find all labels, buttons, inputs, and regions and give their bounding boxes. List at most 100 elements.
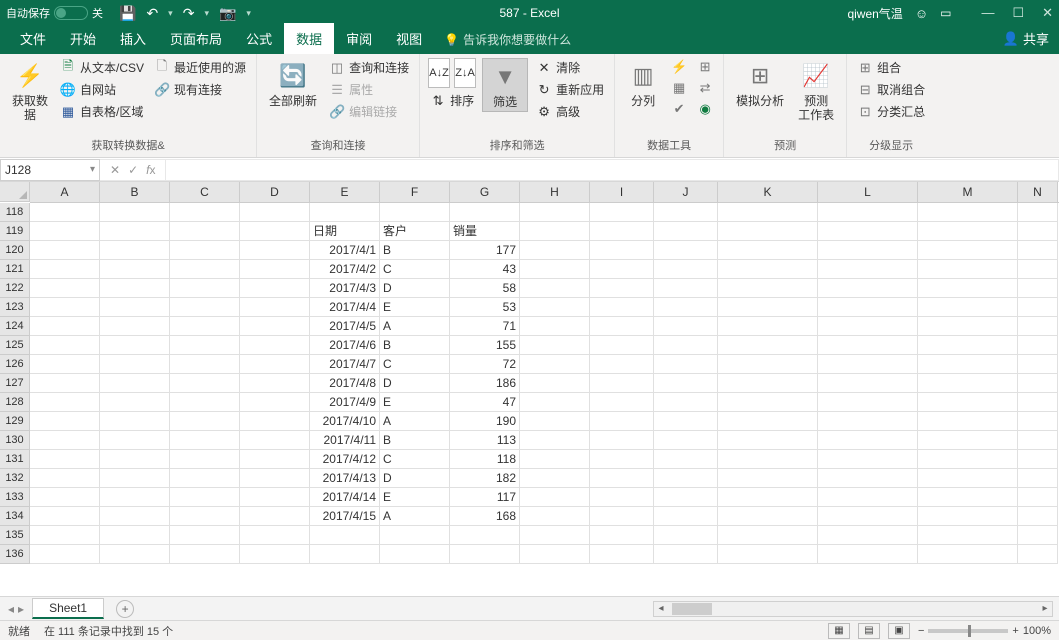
cell[interactable]	[590, 260, 654, 279]
cell[interactable]	[170, 450, 240, 469]
column-header[interactable]: N	[1018, 182, 1058, 202]
zoom-track[interactable]	[928, 629, 1008, 633]
scroll-thumb[interactable]	[672, 603, 712, 615]
ribbon-tab-7[interactable]: 视图	[384, 23, 434, 54]
cell[interactable]: C	[380, 260, 450, 279]
cell[interactable]	[170, 374, 240, 393]
cell[interactable]	[310, 545, 380, 564]
enter-icon[interactable]: ✓	[128, 163, 138, 177]
cell[interactable]	[100, 374, 170, 393]
column-header[interactable]: D	[240, 182, 310, 202]
cell[interactable]	[450, 526, 520, 545]
cell[interactable]	[654, 279, 718, 298]
text-to-columns-button[interactable]: ▥ 分列	[623, 58, 663, 110]
user-name[interactable]: qiwen气温	[847, 5, 902, 22]
cell[interactable]: 2017/4/11	[310, 431, 380, 450]
cell[interactable]	[918, 412, 1018, 431]
cell[interactable]	[1018, 412, 1058, 431]
cell[interactable]	[590, 393, 654, 412]
cell[interactable]	[100, 203, 170, 222]
cell[interactable]	[654, 374, 718, 393]
cell[interactable]	[100, 412, 170, 431]
cell[interactable]	[240, 393, 310, 412]
cell[interactable]	[1018, 450, 1058, 469]
cell[interactable]	[170, 469, 240, 488]
row-header[interactable]: 136	[0, 545, 30, 564]
row-header[interactable]: 133	[0, 488, 30, 507]
row-header[interactable]: 129	[0, 412, 30, 431]
camera-icon[interactable]: 📷	[219, 5, 236, 22]
cell[interactable]	[450, 545, 520, 564]
cell[interactable]	[520, 222, 590, 241]
cell[interactable]	[590, 450, 654, 469]
properties-button[interactable]: ☰属性	[327, 80, 411, 99]
cell[interactable]	[718, 241, 818, 260]
cell[interactable]	[520, 450, 590, 469]
cell[interactable]	[240, 260, 310, 279]
cell[interactable]	[100, 488, 170, 507]
edit-links-button[interactable]: 🔗编辑链接	[327, 102, 411, 121]
cell[interactable]	[818, 355, 918, 374]
cell[interactable]	[100, 545, 170, 564]
cell[interactable]	[520, 469, 590, 488]
select-all-button[interactable]	[0, 182, 30, 202]
column-header[interactable]: L	[818, 182, 918, 202]
cell[interactable]	[380, 203, 450, 222]
cell[interactable]	[170, 412, 240, 431]
ribbon-tab-5[interactable]: 数据	[284, 23, 334, 54]
ribbon-tab-3[interactable]: 页面布局	[158, 23, 234, 54]
cell[interactable]	[718, 450, 818, 469]
undo-icon[interactable]: ↶	[146, 5, 158, 22]
cell[interactable]	[310, 526, 380, 545]
cell[interactable]	[1018, 241, 1058, 260]
cell[interactable]	[30, 355, 100, 374]
face-icon[interactable]: ☺	[915, 6, 928, 21]
cell[interactable]: 2017/4/1	[310, 241, 380, 260]
normal-view-button[interactable]: ▦	[828, 623, 850, 639]
cell[interactable]	[30, 393, 100, 412]
redo-icon[interactable]: ↷	[183, 5, 195, 22]
cell[interactable]	[818, 393, 918, 412]
cell[interactable]	[100, 393, 170, 412]
cell[interactable]: 113	[450, 431, 520, 450]
cell[interactable]	[1018, 355, 1058, 374]
cell[interactable]	[170, 298, 240, 317]
cell[interactable]	[240, 336, 310, 355]
cell[interactable]	[100, 507, 170, 526]
page-layout-button[interactable]: ▤	[858, 623, 880, 639]
data-validation-button[interactable]: ✔	[669, 100, 689, 118]
cell[interactable]	[818, 374, 918, 393]
cell[interactable]	[520, 241, 590, 260]
existing-connections-button[interactable]: 🔗现有连接	[152, 80, 248, 99]
cell[interactable]	[170, 526, 240, 545]
cell[interactable]	[310, 203, 380, 222]
cell[interactable]	[590, 241, 654, 260]
cell[interactable]	[590, 374, 654, 393]
cell[interactable]	[170, 241, 240, 260]
row-header[interactable]: 122	[0, 279, 30, 298]
cell[interactable]: D	[380, 469, 450, 488]
cell[interactable]	[30, 222, 100, 241]
cell[interactable]	[818, 412, 918, 431]
filter-button[interactable]: ▼ 筛选	[482, 58, 528, 112]
cell[interactable]	[240, 241, 310, 260]
row-header[interactable]: 130	[0, 431, 30, 450]
cell[interactable]: 72	[450, 355, 520, 374]
data-model-button[interactable]: ◉	[695, 100, 715, 118]
cell[interactable]	[240, 431, 310, 450]
get-data-button[interactable]: ⚡ 获取数 据	[8, 58, 52, 125]
row-header[interactable]: 125	[0, 336, 30, 355]
scroll-left-icon[interactable]: ◂	[654, 603, 668, 614]
save-icon[interactable]: 💾	[119, 5, 136, 22]
minimize-icon[interactable]: —	[981, 5, 994, 21]
row-header[interactable]: 128	[0, 393, 30, 412]
cell[interactable]	[100, 241, 170, 260]
column-header[interactable]: J	[654, 182, 718, 202]
cell[interactable]	[590, 488, 654, 507]
column-header[interactable]: A	[30, 182, 100, 202]
scroll-right-icon[interactable]: ▸	[1038, 603, 1052, 614]
cell[interactable]: 2017/4/7	[310, 355, 380, 374]
cell[interactable]: 2017/4/6	[310, 336, 380, 355]
cell[interactable]	[520, 317, 590, 336]
cell[interactable]	[818, 260, 918, 279]
